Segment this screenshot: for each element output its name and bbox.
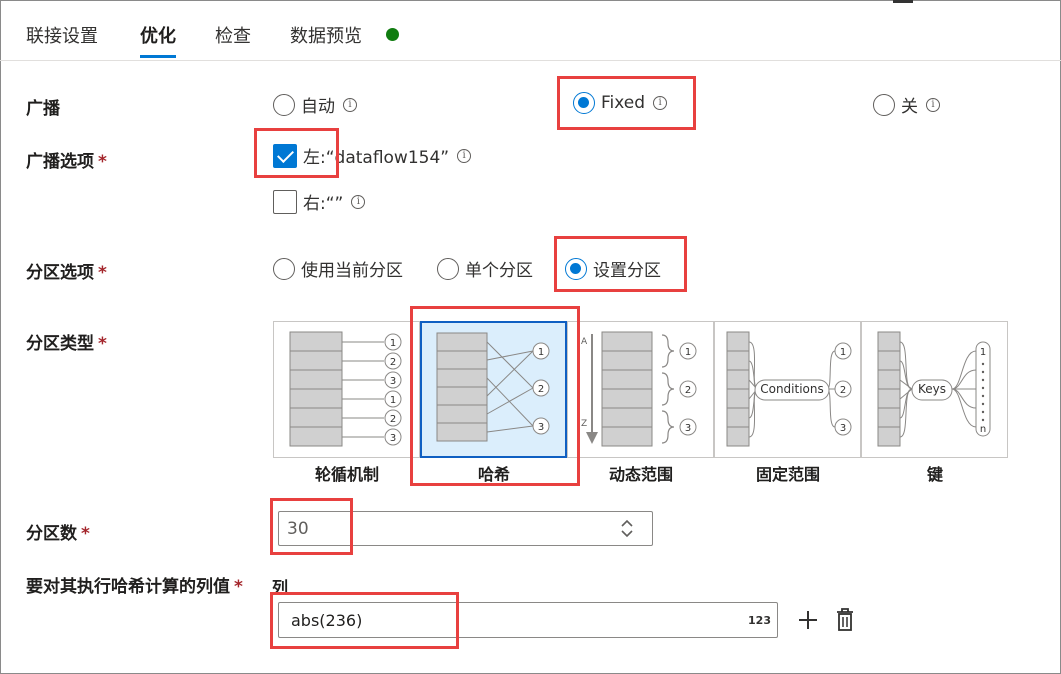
hash-column-input[interactable]: abs(236) 123: [278, 602, 778, 638]
column-header-underline: [292, 592, 348, 593]
partition-card-hash[interactable]: 1 2 3: [420, 321, 567, 458]
key-keys-label: Keys: [917, 382, 946, 396]
info-icon[interactable]: i: [457, 148, 472, 163]
caption-hash: 哈希: [477, 465, 510, 484]
broadcast-label: 广播: [26, 99, 60, 119]
tab-inspect[interactable]: 检查: [215, 22, 251, 58]
svg-text:3: 3: [538, 422, 544, 433]
svg-text:3: 3: [390, 376, 396, 387]
info-icon[interactable]: i: [351, 194, 366, 209]
radio-circle[interactable]: [273, 93, 295, 116]
partition-card-key[interactable]: 1 n Keys: [861, 321, 1008, 458]
partition-count-label: 分区数 *: [26, 524, 90, 544]
svg-text:n: n: [980, 424, 986, 435]
svg-text:2: 2: [685, 385, 691, 396]
svg-text:Z: Z: [581, 419, 587, 429]
broadcast-options-label: 广播选项 *: [26, 152, 107, 172]
svg-text:1: 1: [685, 347, 691, 358]
partition-radio-set[interactable]: 设置分区: [565, 256, 661, 281]
radio-circle-selected[interactable]: [565, 257, 587, 280]
tab-data-preview[interactable]: 数据预览: [290, 22, 362, 58]
caption-fixed-range: 固定范围: [755, 465, 820, 484]
svg-text:1: 1: [840, 347, 846, 358]
info-icon[interactable]: i: [343, 97, 357, 112]
broadcast-radio-off[interactable]: 关 i: [873, 92, 940, 117]
status-dot: [386, 28, 399, 41]
checkbox-box[interactable]: [273, 189, 297, 214]
partition-card-dynamic-range[interactable]: A Z 1 2 3: [567, 321, 714, 458]
svg-text:3: 3: [685, 423, 691, 434]
tab-optimize[interactable]: 优化: [140, 22, 176, 58]
broadcast-left-checkbox[interactable]: 左:“dataflow154” i: [273, 143, 472, 168]
svg-text:3: 3: [840, 423, 846, 434]
partition-card-fixed-range[interactable]: 1 2 3 Conditions: [714, 321, 861, 458]
dynamic-range-diagram: A Z 1 2 3: [581, 331, 697, 447]
radio-circle[interactable]: [273, 257, 295, 280]
column-header: 列: [272, 578, 289, 597]
svg-text:2: 2: [390, 414, 396, 425]
partition-type-label: 分区类型 *: [26, 334, 107, 354]
radio-circle[interactable]: [873, 93, 895, 116]
svg-text:1: 1: [390, 338, 396, 349]
broadcast-radio-auto[interactable]: 自动 i: [273, 92, 357, 117]
radio-circle[interactable]: [437, 257, 459, 280]
svg-text:2: 2: [840, 385, 846, 396]
svg-text:2: 2: [538, 384, 544, 395]
svg-text:2: 2: [390, 357, 396, 368]
broadcast-right-checkbox[interactable]: 右:“” i: [273, 189, 366, 214]
hash-diagram: 1 2 3: [436, 332, 550, 442]
info-icon[interactable]: i: [653, 96, 668, 110]
broadcast-radio-fixed[interactable]: Fixed i: [573, 92, 668, 114]
trash-icon[interactable]: [834, 607, 856, 633]
caption-round-robin: 轮循机制: [314, 465, 379, 484]
svg-text:1: 1: [980, 347, 986, 358]
radio-circle-selected[interactable]: [573, 92, 595, 114]
info-icon[interactable]: i: [926, 97, 940, 112]
svg-text:A: A: [581, 337, 588, 347]
svg-text:1: 1: [390, 395, 396, 406]
hash-columns-label: 要对其执行哈希计算的列值 *: [26, 577, 243, 597]
fixed-range-conditions-label: Conditions: [760, 382, 824, 396]
round-robin-diagram: 1 2 3 1 2 3: [289, 331, 402, 447]
partition-card-round-robin[interactable]: 1 2 3 1 2 3: [273, 321, 420, 458]
plus-icon[interactable]: [797, 609, 819, 631]
partition-radio-current[interactable]: 使用当前分区: [273, 256, 403, 281]
tab-bar: 联接设置 优化 检查 数据预览: [0, 0, 1061, 61]
partition-radio-single[interactable]: 单个分区: [437, 256, 533, 281]
type-badge: 123: [748, 614, 771, 627]
spinner-icon[interactable]: [616, 515, 638, 542]
tab-join-settings[interactable]: 联接设置: [26, 22, 98, 58]
partition-count-input[interactable]: 30: [278, 511, 653, 546]
checkmark-icon[interactable]: [273, 143, 297, 168]
caption-dynamic-range: 动态范围: [608, 465, 673, 484]
svg-text:1: 1: [538, 347, 544, 358]
caption-key: 键: [926, 465, 943, 484]
partition-option-label: 分区选项 *: [26, 263, 107, 283]
svg-text:3: 3: [390, 433, 396, 444]
